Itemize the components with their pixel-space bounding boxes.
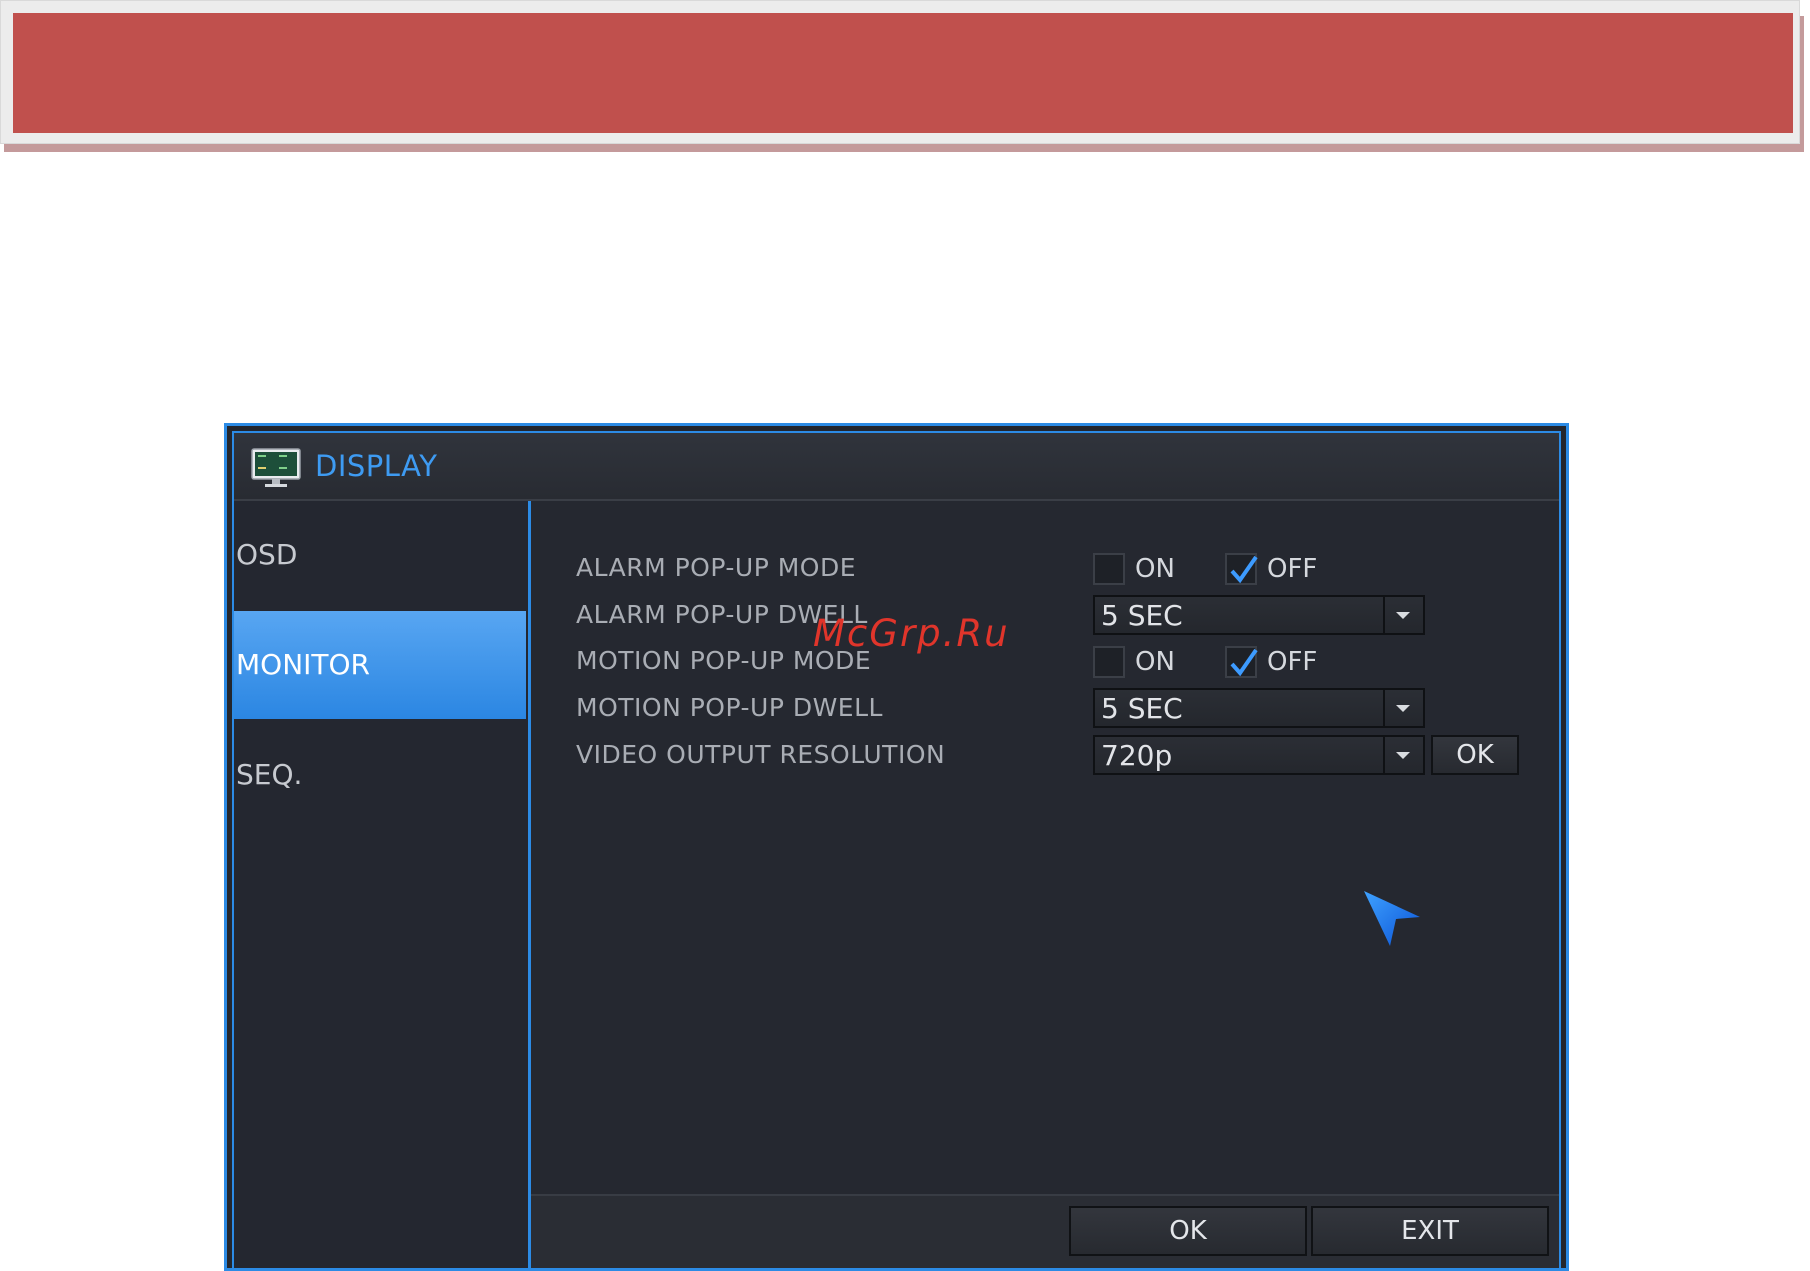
display-dialog: DISPLAY OSD MONITOR SEQ. ALARM POP-UP MO… xyxy=(224,423,1569,1271)
motion-popup-on-checkbox[interactable] xyxy=(1093,646,1125,678)
video-output-resolution-label: VIDEO OUTPUT RESOLUTION xyxy=(576,740,946,769)
watermark: McGrp.Ru xyxy=(813,612,1010,655)
sidebar-item-monitor[interactable]: MONITOR xyxy=(234,611,526,719)
chevron-down-icon[interactable] xyxy=(1383,737,1423,773)
alarm-popup-dwell-value: 5 SEC xyxy=(1101,599,1183,632)
banner-frame xyxy=(0,0,1800,144)
checkmark-icon xyxy=(1230,648,1258,677)
sidebar-item-label: OSD xyxy=(236,538,298,571)
ok-button-label: OK xyxy=(1169,1216,1207,1246)
motion-popup-dwell-label: MOTION POP-UP DWELL xyxy=(576,693,883,722)
motion-popup-off-checkbox[interactable] xyxy=(1225,646,1258,678)
sidebar-item-label: SEQ. xyxy=(236,758,303,791)
dialog-inner-frame: DISPLAY OSD MONITOR SEQ. ALARM POP-UP MO… xyxy=(232,431,1561,1268)
mouse-cursor-icon xyxy=(1364,891,1420,946)
monitor-icon xyxy=(251,448,301,487)
resolution-apply-label: OK xyxy=(1456,740,1494,770)
sidebar-item-seq[interactable]: SEQ. xyxy=(234,721,526,829)
resolution-apply-button[interactable]: OK xyxy=(1431,735,1519,775)
alarm-popup-off-label: OFF xyxy=(1267,554,1318,584)
checkmark-icon xyxy=(1230,555,1258,584)
ok-button[interactable]: OK xyxy=(1069,1206,1307,1256)
dialog-footer: OK EXIT xyxy=(531,1194,1559,1268)
motion-popup-dwell-select[interactable]: 5 SEC xyxy=(1093,688,1425,728)
motion-popup-off-label: OFF xyxy=(1267,647,1318,677)
exit-button-label: EXIT xyxy=(1401,1216,1459,1246)
dialog-titlebar: DISPLAY xyxy=(234,433,1559,501)
chevron-down-icon[interactable] xyxy=(1383,597,1423,633)
alarm-popup-dwell-select[interactable]: 5 SEC xyxy=(1093,595,1425,635)
alarm-popup-on-checkbox[interactable] xyxy=(1093,553,1125,585)
header-banner xyxy=(13,13,1793,133)
exit-button[interactable]: EXIT xyxy=(1311,1206,1549,1256)
motion-popup-dwell-value: 5 SEC xyxy=(1101,692,1183,725)
alarm-popup-mode-label: ALARM POP-UP MODE xyxy=(576,553,857,582)
sidebar-item-osd[interactable]: OSD xyxy=(234,501,526,609)
sidebar: OSD MONITOR SEQ. xyxy=(234,501,531,1268)
video-output-resolution-value: 720p xyxy=(1101,739,1173,772)
video-output-resolution-select[interactable]: 720p xyxy=(1093,735,1425,775)
alarm-popup-off-checkbox[interactable] xyxy=(1225,553,1258,585)
dialog-title: DISPLAY xyxy=(315,449,438,483)
alarm-popup-on-label: ON xyxy=(1135,554,1175,584)
chevron-down-icon[interactable] xyxy=(1383,690,1423,726)
sidebar-item-label: MONITOR xyxy=(236,648,370,681)
motion-popup-on-label: ON xyxy=(1135,647,1175,677)
settings-panel: ALARM POP-UP MODE ON OFF ALARM POP-UP DW… xyxy=(531,501,1559,1268)
